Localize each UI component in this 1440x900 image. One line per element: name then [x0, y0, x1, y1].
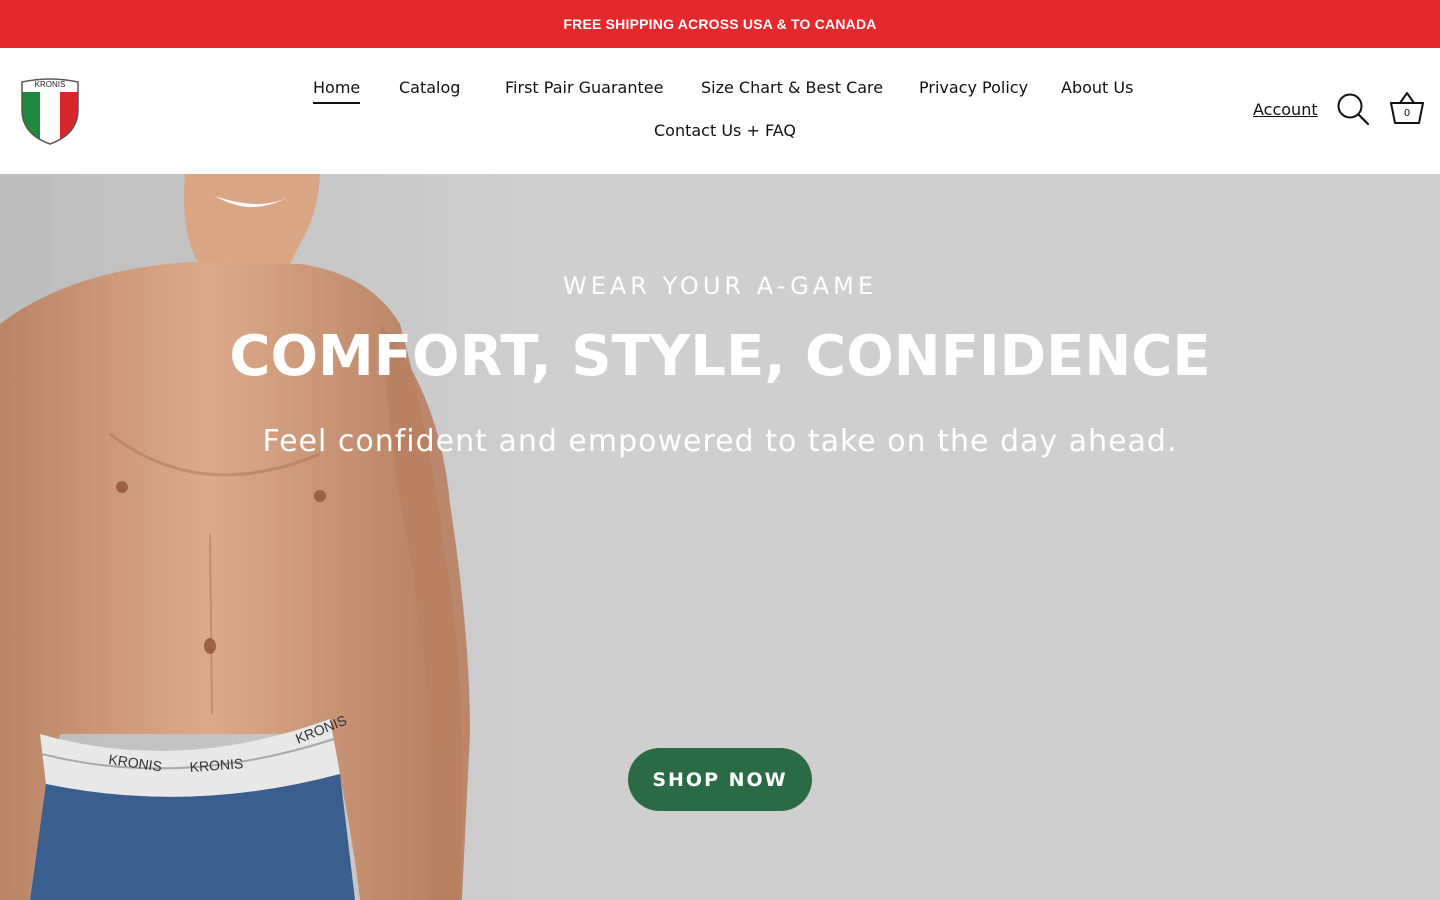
search-icon [1337, 93, 1370, 126]
announcement-bar: FREE SHIPPING ACROSS USA & TO CANADA [0, 0, 1440, 48]
announcement-text: FREE SHIPPING ACROSS USA & TO CANADA [563, 16, 877, 32]
nav-home[interactable]: Home [313, 78, 361, 104]
hero-subheadline: Feel confident and empowered to take on … [262, 424, 1178, 459]
hero-headline: COMFORT, STYLE, CONFIDENCE [229, 324, 1211, 389]
main-nav: Home Catalog First Pair Guarantee Size C… [0, 48, 1440, 174]
nav-size-chart[interactable]: Size Chart & Best Care [701, 78, 883, 97]
nav-privacy-policy[interactable]: Privacy Policy [919, 78, 1028, 97]
hero-eyebrow: WEAR YOUR A-GAME [562, 272, 878, 300]
site-header: KRONIS Home Catalog First Pair Guarantee… [0, 48, 1440, 174]
nav-first-pair-guarantee[interactable]: First Pair Guarantee [505, 78, 663, 97]
cart-count-badge: 0 [1403, 108, 1411, 119]
search-button[interactable] [1336, 92, 1370, 126]
shop-now-button[interactable]: SHOP NOW [628, 748, 812, 811]
nav-catalog[interactable]: Catalog [399, 78, 460, 97]
nav-about-us[interactable]: About Us [1061, 78, 1133, 97]
cart-button[interactable]: 0 [1388, 90, 1426, 126]
nav-contact-faq[interactable]: Contact Us + FAQ [654, 121, 796, 140]
hero-banner: KRONIS KRONIS KRONIS WEAR YOUR A-GAME CO… [0, 174, 1440, 900]
account-link[interactable]: Account [1253, 100, 1318, 119]
